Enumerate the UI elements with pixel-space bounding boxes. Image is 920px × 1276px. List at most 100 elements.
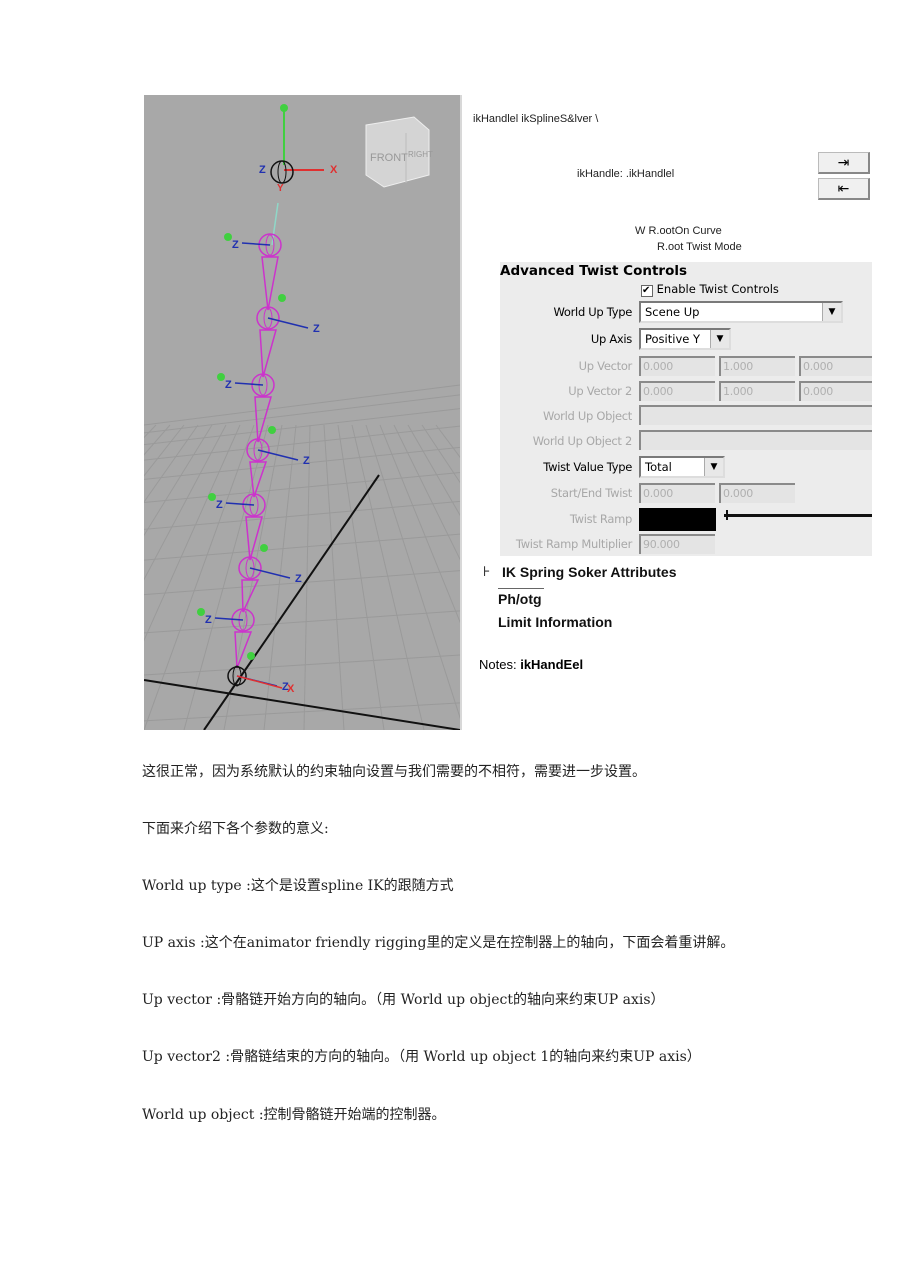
presets-button[interactable]: ⇤ bbox=[818, 178, 870, 200]
y-axis-marker bbox=[197, 608, 205, 616]
root-twist-mode[interactable]: R.oot Twist Mode bbox=[657, 241, 742, 253]
z-axis-label: Z bbox=[313, 323, 320, 335]
grid-line bbox=[143, 570, 461, 596]
twist-ramp-multiplier-field[interactable]: 90.000 bbox=[639, 534, 715, 554]
z-axis-label: Z bbox=[295, 573, 302, 585]
y-axis-marker bbox=[224, 233, 232, 241]
grid-line bbox=[143, 610, 461, 634]
z-axis-label: Z bbox=[259, 164, 266, 176]
root-on-curve[interactable]: W R.ootOn Curve bbox=[635, 225, 722, 237]
section-limit-information[interactable]: Limit Information bbox=[498, 614, 612, 630]
up-vector-x[interactable]: 0.000 bbox=[639, 356, 715, 376]
paragraph: 下面来介绍下各个参数的意义: bbox=[142, 821, 329, 837]
grid-line bbox=[323, 424, 345, 731]
grid-line bbox=[421, 424, 625, 731]
maya-viewport[interactable]: FRONT RIGHT XZYZZZZZZZZX bbox=[0, 95, 665, 825]
twist-value-type-dropdown[interactable]: Total ▼ bbox=[639, 456, 725, 478]
y-axis-marker bbox=[208, 493, 216, 501]
up-vector-2-z[interactable]: 0.000 bbox=[799, 381, 872, 401]
paragraph: World up type :这个是设置spline IK的跟随方式 bbox=[142, 878, 454, 894]
twist-ramp-handle[interactable] bbox=[726, 510, 731, 520]
view-cube[interactable]: FRONT RIGHT bbox=[365, 116, 433, 188]
y-axis-marker bbox=[247, 652, 255, 660]
expand-arrow-icon[interactable]: ⊦ bbox=[483, 563, 490, 580]
advanced-twist-panel: Advanced Twist Controls ✔ Enable Twist C… bbox=[500, 262, 872, 556]
enable-twist-label: Enable Twist Controls bbox=[656, 282, 779, 296]
grid-line bbox=[0, 424, 157, 589]
y-axis-marker bbox=[280, 104, 288, 112]
root-locator bbox=[270, 160, 294, 184]
twist-ramp-label: Twist Ramp bbox=[569, 512, 632, 526]
end-twist-field[interactable]: 0.000 bbox=[719, 483, 795, 503]
grid-line bbox=[143, 654, 461, 676]
x-axis-label: X bbox=[330, 164, 338, 176]
z-axis-label: Z bbox=[303, 455, 310, 467]
x-axis-label: X bbox=[287, 683, 295, 695]
grid-line bbox=[143, 425, 461, 461]
z-axis-label: Z bbox=[205, 614, 212, 626]
y-axis-label: Y bbox=[277, 183, 284, 194]
z-axis-label: Z bbox=[216, 499, 223, 511]
grid-line bbox=[63, 424, 227, 731]
paragraph: Up vector :骨骼链开始方向的轴向。（用 World up object… bbox=[142, 992, 665, 1008]
bone bbox=[241, 579, 260, 613]
paragraph: Up vector2 :骨骼链结束的方向的轴向。（用 World up obje… bbox=[142, 1049, 701, 1065]
chevron-down-icon: ▼ bbox=[704, 458, 723, 476]
world-up-object-2-label: World Up Object 2 bbox=[532, 434, 633, 448]
document-page: FRONT RIGHT XZYZZZZZZZZX ikHandlel ikSpl… bbox=[0, 0, 920, 1276]
grid-line bbox=[393, 424, 545, 731]
twist-ramp-slider[interactable] bbox=[724, 514, 872, 517]
section-title: Advanced Twist Controls bbox=[500, 263, 688, 279]
paragraph: World up object :控制骨骼链开始端的控制器。 bbox=[142, 1107, 446, 1123]
notes: Notes: ikHandEel bbox=[479, 657, 583, 672]
grid-line bbox=[143, 533, 461, 561]
notes-label: Notes: bbox=[479, 657, 517, 672]
world-up-object-label: World Up Object bbox=[543, 409, 632, 423]
z-axis-label: Z bbox=[225, 379, 232, 391]
bone bbox=[234, 631, 253, 669]
enable-twist-checkbox[interactable]: ✔ Enable Twist Controls bbox=[641, 282, 779, 297]
bone bbox=[245, 516, 263, 561]
twist-value-type-label: Twist Value Type bbox=[543, 460, 632, 474]
focus-button[interactable]: ⇥ bbox=[818, 152, 870, 174]
up-vector-label: Up Vector bbox=[578, 359, 633, 373]
world-up-type-label: World Up Type bbox=[553, 305, 633, 319]
up-vector-2-label: Up Vector 2 bbox=[568, 384, 632, 398]
twist-ramp-swatch[interactable] bbox=[639, 508, 716, 531]
up-axis-label: Up Axis bbox=[590, 332, 632, 346]
y-axis-marker bbox=[217, 373, 225, 381]
section-ik-spring[interactable]: IK Spring Soker Attributes bbox=[502, 564, 677, 580]
up-vector-y[interactable]: 1.000 bbox=[719, 356, 795, 376]
z-axis-label: Z bbox=[232, 239, 239, 251]
grid-line bbox=[435, 424, 665, 731]
grid-line bbox=[379, 424, 505, 731]
grid-line bbox=[337, 424, 385, 731]
up-vector-z[interactable]: 0.000 bbox=[799, 356, 872, 376]
chevron-down-icon: ▼ bbox=[710, 330, 729, 348]
skeleton-view: FRONT RIGHT XZYZZZZZZZZX bbox=[0, 104, 665, 825]
bone bbox=[259, 329, 277, 378]
checkbox-checked-icon: ✔ bbox=[641, 285, 653, 297]
bone bbox=[261, 256, 279, 311]
section-phong[interactable]: Ph/otg bbox=[498, 591, 542, 607]
ground-grid bbox=[0, 384, 665, 825]
up-axis-dropdown[interactable]: Positive Y ▼ bbox=[639, 328, 731, 350]
y-axis-marker bbox=[268, 426, 276, 434]
y-axis-marker bbox=[278, 294, 286, 302]
grid-line bbox=[143, 472, 461, 503]
twist-ramp-multiplier-label: Twist Ramp Multiplier bbox=[515, 537, 632, 551]
node-tabs[interactable]: ikHandlel ikSplineS&lver \ bbox=[473, 113, 598, 125]
paragraph: UP axis :这个在animator friendly rigging里的定… bbox=[142, 935, 735, 951]
paragraph: 这很正常，因为系统默认的约束轴向设置与我们需要的不相符，需要进一步设置。 bbox=[142, 764, 646, 780]
world-up-type-dropdown[interactable]: Scene Up ▼ bbox=[639, 301, 843, 323]
arrow-in-icon: ⇥ bbox=[837, 154, 850, 170]
grid-line bbox=[0, 424, 185, 660]
world-up-object-field[interactable] bbox=[639, 405, 872, 425]
world-up-object-2-field[interactable] bbox=[639, 430, 872, 450]
arrow-out-icon: ⇤ bbox=[837, 180, 850, 196]
grid-line bbox=[143, 384, 461, 426]
up-vector-2-x[interactable]: 0.000 bbox=[639, 381, 715, 401]
divider bbox=[498, 588, 544, 589]
up-vector-2-y[interactable]: 1.000 bbox=[719, 381, 795, 401]
start-twist-field[interactable]: 0.000 bbox=[639, 483, 715, 503]
